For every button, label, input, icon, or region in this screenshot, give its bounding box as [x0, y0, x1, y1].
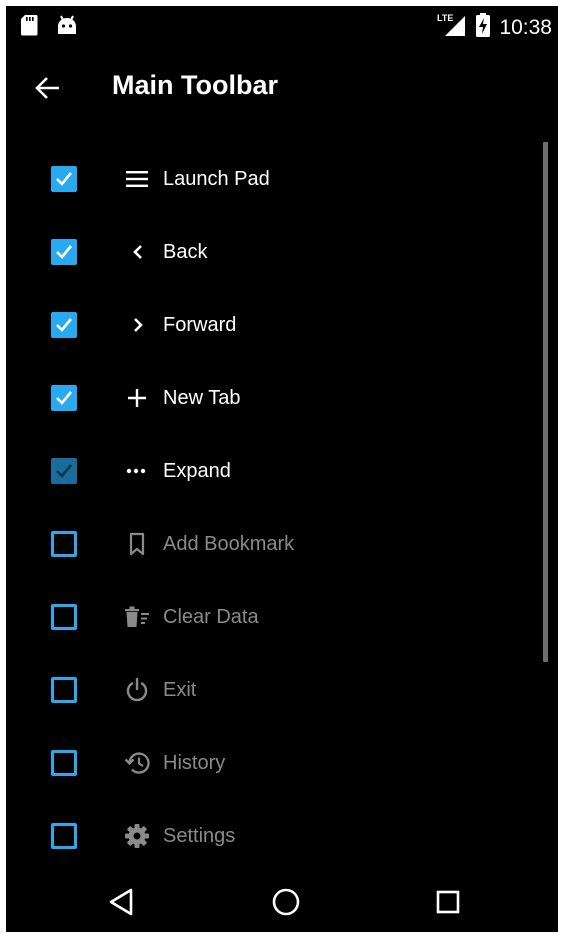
list-item-label: Clear Data	[163, 606, 259, 628]
gear-icon	[122, 821, 152, 851]
arrow-back-icon[interactable]	[34, 74, 62, 102]
checkbox[interactable]	[51, 312, 77, 338]
list-item-launch-pad[interactable]: Launch Pad	[6, 142, 538, 215]
list-item-label: Settings	[163, 825, 236, 847]
list-item-new-tab[interactable]: New Tab	[6, 361, 538, 434]
checkbox[interactable]	[51, 677, 77, 703]
battery-charging-icon	[475, 12, 491, 43]
android-icon	[56, 14, 78, 41]
lte-signal-icon: LTE	[437, 12, 467, 43]
nav-back-icon[interactable]	[104, 884, 140, 920]
checkbox[interactable]	[51, 385, 77, 411]
list-item-forward[interactable]: Forward	[6, 288, 538, 361]
checkbox[interactable]	[51, 750, 77, 776]
status-bar: LTE 10:38	[6, 6, 558, 46]
checkbox[interactable]	[51, 239, 77, 265]
status-left-icons	[20, 14, 78, 41]
list-item-back[interactable]: Back	[6, 215, 538, 288]
list-item-label: Exit	[163, 679, 197, 701]
checkbox[interactable]	[51, 166, 77, 192]
lte-label: LTE	[437, 13, 453, 23]
screen: LTE 10:38 Main Toolbar Launch Pad Back F…	[6, 6, 558, 932]
list-item-label: Expand	[163, 460, 231, 482]
list-item-label: Launch Pad	[163, 168, 270, 190]
list-item-add-bookmark[interactable]: Add Bookmark	[6, 507, 538, 580]
chevron-right-icon	[122, 310, 152, 340]
app-toolbar: Main Toolbar	[6, 46, 558, 130]
list-item-expand[interactable]: Expand	[6, 434, 538, 507]
list-item-label: History	[163, 752, 226, 774]
status-right-icons: LTE 10:38	[437, 12, 552, 43]
scrollbar[interactable]	[543, 142, 548, 662]
more-horizontal-icon	[122, 456, 152, 486]
clock: 10:38	[499, 15, 552, 39]
list-item-label: Back	[163, 241, 208, 263]
checkbox[interactable]	[51, 458, 77, 484]
list-item-clear-data[interactable]: Clear Data	[6, 580, 538, 653]
checkbox[interactable]	[51, 531, 77, 557]
list-item-label: New Tab	[163, 387, 241, 409]
chevron-left-icon	[122, 237, 152, 267]
trash-icon	[122, 602, 152, 632]
list-item-history[interactable]: History	[6, 726, 538, 799]
system-nav-bar	[6, 872, 558, 932]
list-item-exit[interactable]: Exit	[6, 653, 538, 726]
list-item-settings[interactable]: Settings	[6, 799, 538, 872]
nav-home-icon[interactable]	[268, 884, 304, 920]
menu-icon	[122, 164, 152, 194]
list-item-label: Forward	[163, 314, 237, 336]
sd-card-icon	[20, 14, 38, 41]
page-title: Main Toolbar	[112, 70, 278, 100]
checkbox[interactable]	[51, 823, 77, 849]
nav-recents-icon[interactable]	[430, 884, 466, 920]
list-item-label: Add Bookmark	[163, 533, 295, 555]
history-icon	[122, 748, 152, 778]
bookmark-icon	[122, 529, 152, 559]
power-icon	[122, 675, 152, 705]
checkbox[interactable]	[51, 604, 77, 630]
plus-icon	[122, 383, 152, 413]
